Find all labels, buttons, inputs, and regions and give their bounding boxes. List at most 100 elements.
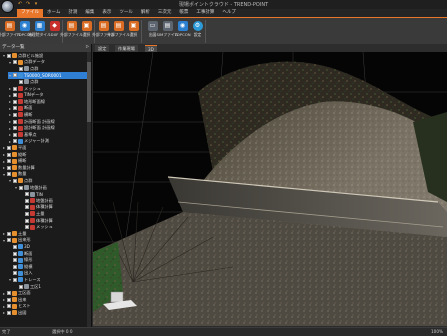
expand-icon[interactable]: ▸ bbox=[2, 165, 6, 170]
visibility-checkbox[interactable] bbox=[25, 198, 29, 203]
expand-icon[interactable]: ▸ bbox=[2, 145, 6, 150]
visibility-checkbox[interactable] bbox=[7, 53, 11, 58]
visibility-checkbox[interactable] bbox=[7, 231, 11, 236]
visibility-checkbox[interactable] bbox=[7, 238, 11, 243]
menu-tab[interactable]: 編集 bbox=[81, 9, 98, 17]
app-logo-button[interactable] bbox=[1, 0, 14, 13]
visibility-checkbox[interactable] bbox=[13, 178, 17, 183]
pin-icon[interactable]: ᐅ bbox=[86, 44, 89, 52]
visibility-checkbox[interactable] bbox=[19, 66, 23, 71]
visibility-checkbox[interactable] bbox=[13, 86, 17, 91]
visibility-checkbox[interactable] bbox=[7, 159, 11, 164]
expand-icon[interactable]: ▸ bbox=[2, 159, 6, 164]
expand-icon[interactable]: ▸ bbox=[8, 119, 12, 124]
expand-icon[interactable]: ▸ bbox=[2, 291, 6, 296]
expand-icon[interactable]: ▸ bbox=[2, 152, 6, 157]
visibility-checkbox[interactable] bbox=[13, 244, 17, 249]
expand-icon[interactable]: ▸ bbox=[8, 86, 12, 91]
document-tab[interactable]: 作業現場 bbox=[115, 45, 138, 52]
visibility-checkbox[interactable] bbox=[13, 139, 17, 144]
collapse-icon[interactable]: ▾ bbox=[14, 185, 18, 190]
expand-icon[interactable]: ▸ bbox=[8, 139, 12, 144]
collapse-icon[interactable]: ▾ bbox=[2, 172, 6, 177]
visibility-checkbox[interactable] bbox=[25, 218, 29, 223]
visibility-checkbox[interactable] bbox=[25, 211, 29, 216]
point-cloud-scene[interactable] bbox=[93, 52, 447, 326]
point-cloud-viewport[interactable] bbox=[93, 52, 447, 326]
visibility-checkbox[interactable] bbox=[25, 192, 29, 197]
visibility-checkbox[interactable] bbox=[7, 310, 11, 315]
visibility-checkbox[interactable] bbox=[7, 165, 11, 170]
expand-icon[interactable]: ▸ bbox=[8, 132, 12, 137]
visibility-checkbox[interactable] bbox=[7, 145, 11, 150]
expand-icon[interactable]: ▸ bbox=[8, 99, 12, 104]
visibility-checkbox[interactable] bbox=[13, 106, 17, 111]
menu-tab[interactable]: ヘルプ bbox=[218, 9, 240, 17]
visibility-checkbox[interactable] bbox=[7, 172, 11, 177]
tree-item[interactable]: ▸ 出図 bbox=[2, 309, 88, 316]
visibility-checkbox[interactable] bbox=[13, 60, 17, 65]
menu-tab[interactable]: 計測 bbox=[64, 9, 81, 17]
visibility-checkbox[interactable] bbox=[19, 185, 23, 190]
menu-tab[interactable]: 帳票 bbox=[175, 9, 192, 17]
document-tab[interactable]: 3D bbox=[145, 45, 157, 52]
visibility-checkbox[interactable] bbox=[19, 79, 23, 84]
panel-scrollbar[interactable] bbox=[87, 52, 91, 327]
collapse-icon[interactable]: ▾ bbox=[2, 238, 6, 243]
visibility-checkbox[interactable] bbox=[13, 112, 17, 117]
ribbon-button[interactable]: ▤ 外部ファイル bbox=[60, 20, 83, 43]
collapse-icon[interactable]: ▾ bbox=[8, 60, 12, 65]
ribbon-button[interactable]: ⚙ 設定 bbox=[190, 20, 205, 43]
ribbon-button[interactable]: ◉ TOPCON bbox=[174, 20, 191, 43]
expand-icon[interactable]: ▸ bbox=[8, 93, 12, 98]
visibility-checkbox[interactable] bbox=[13, 132, 17, 137]
expand-icon[interactable]: ▸ bbox=[2, 231, 6, 236]
visibility-checkbox[interactable] bbox=[13, 119, 17, 124]
expand-icon[interactable]: ▸ bbox=[2, 297, 6, 302]
visibility-checkbox[interactable] bbox=[13, 99, 17, 104]
ribbon-button[interactable]: ▤ 外部ファイル bbox=[107, 20, 130, 43]
visibility-checkbox[interactable] bbox=[7, 297, 11, 302]
visibility-checkbox[interactable] bbox=[7, 291, 11, 296]
ribbon-button[interactable]: ▦ 地理院タイル bbox=[28, 20, 51, 43]
visibility-checkbox[interactable] bbox=[13, 126, 17, 131]
ribbon-button[interactable]: ▤ 外部ファイル bbox=[0, 20, 21, 43]
collapse-icon[interactable]: ▾ bbox=[8, 178, 12, 183]
collapse-icon[interactable]: ▾ bbox=[8, 277, 12, 282]
menu-tab[interactable]: ホーム bbox=[43, 9, 64, 17]
visibility-checkbox[interactable] bbox=[7, 304, 11, 309]
visibility-checkbox[interactable] bbox=[25, 205, 29, 210]
expand-icon[interactable]: ▸ bbox=[8, 106, 12, 111]
expand-icon[interactable]: ▸ bbox=[8, 126, 12, 131]
visibility-checkbox[interactable] bbox=[7, 152, 11, 157]
scrollbar-thumb[interactable] bbox=[87, 62, 91, 122]
tree-item-label: 平面 bbox=[18, 144, 27, 150]
collapse-icon[interactable]: ▾ bbox=[2, 53, 6, 58]
menu-tab[interactable]: 解析 bbox=[137, 9, 154, 17]
ribbon-button[interactable]: ▤ SIMファイル bbox=[157, 20, 179, 43]
visibility-checkbox[interactable] bbox=[13, 93, 17, 98]
expand-icon[interactable]: ▸ bbox=[2, 310, 6, 315]
menu-tab[interactable]: 三次元 bbox=[154, 9, 176, 17]
point-cloud-icon bbox=[30, 191, 35, 197]
menu-tab[interactable]: 表示 bbox=[98, 9, 115, 17]
visibility-checkbox[interactable] bbox=[13, 73, 17, 78]
visibility-checkbox[interactable] bbox=[13, 258, 17, 263]
visibility-checkbox[interactable] bbox=[13, 277, 17, 282]
tree-item-label: 計画断面 計画線 bbox=[24, 118, 55, 124]
expand-icon[interactable]: ▸ bbox=[2, 304, 6, 309]
expand-icon[interactable]: ▸ bbox=[8, 112, 12, 117]
collapse-icon[interactable]: ▾ bbox=[8, 73, 12, 78]
menu-tab[interactable]: 工事計算 bbox=[192, 9, 218, 17]
sim-file-icon: ▤ bbox=[162, 21, 173, 31]
zoom-level[interactable]: 100% bbox=[431, 328, 443, 336]
visibility-checkbox[interactable] bbox=[13, 271, 17, 276]
menu-tab[interactable]: ツール bbox=[115, 9, 137, 17]
visibility-checkbox[interactable] bbox=[19, 284, 23, 289]
document-tab[interactable]: 設定 bbox=[95, 45, 110, 52]
menu-tab[interactable]: ファイル bbox=[17, 9, 43, 17]
visibility-checkbox[interactable] bbox=[25, 225, 29, 230]
ribbon-button[interactable]: ▣ 選択 bbox=[126, 20, 141, 43]
visibility-checkbox[interactable] bbox=[13, 251, 17, 256]
visibility-checkbox[interactable] bbox=[13, 264, 17, 269]
